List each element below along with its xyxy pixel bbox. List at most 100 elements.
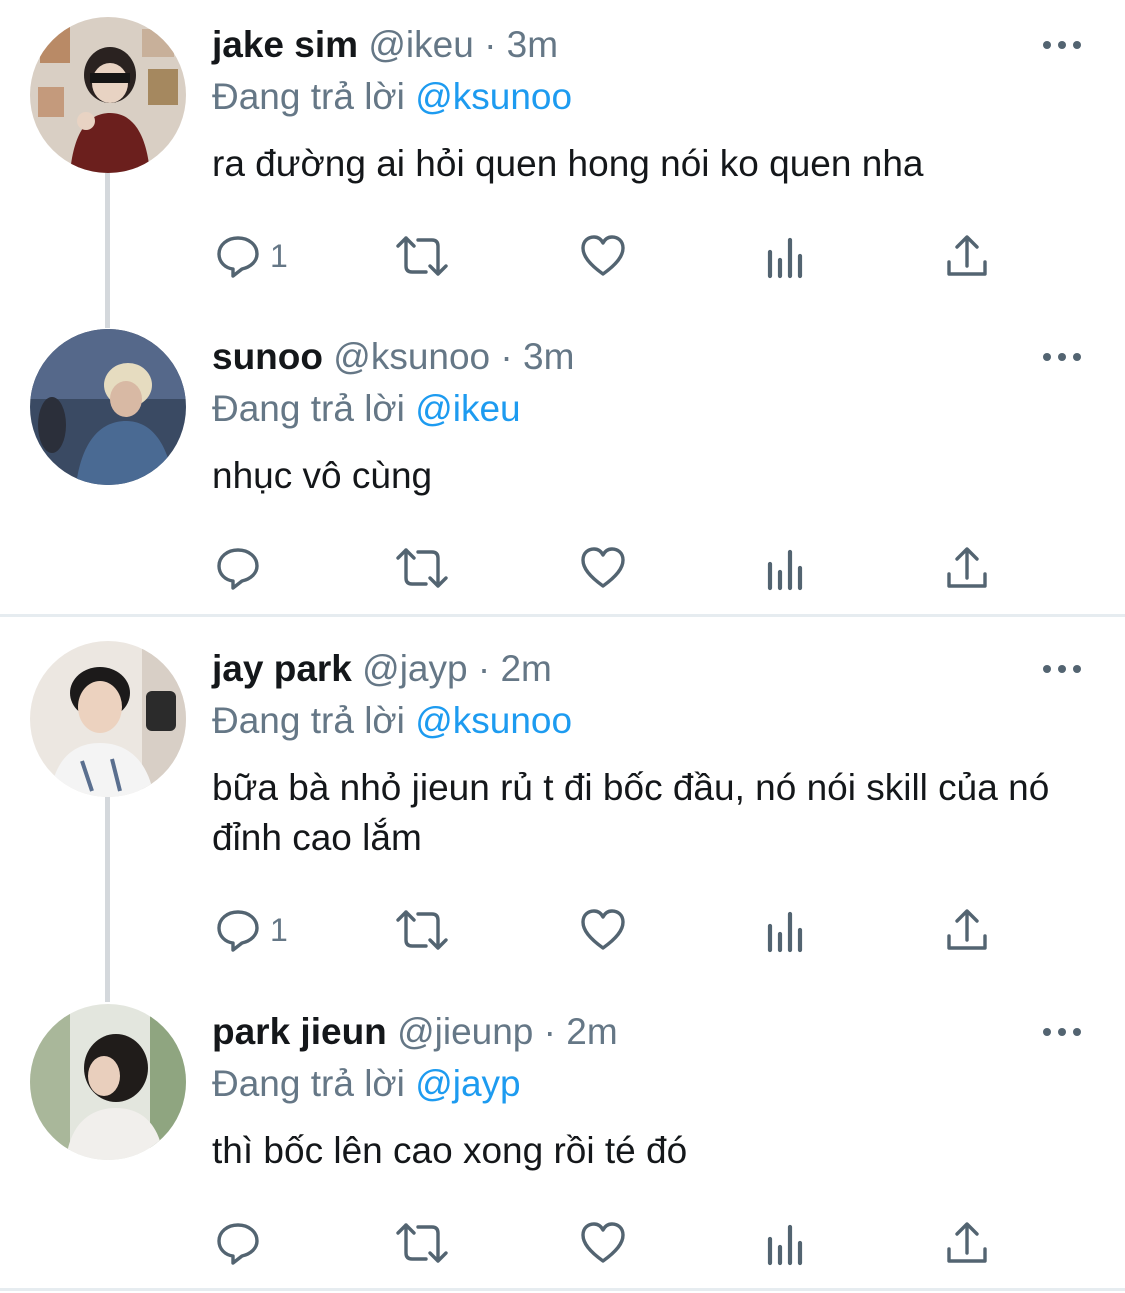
- tweet-actions: [0, 1213, 1125, 1273]
- user-handle[interactable]: @ksunoo: [333, 336, 490, 377]
- reply-icon: [217, 548, 259, 590]
- replying-to-label: Đang trả lời: [212, 1063, 405, 1104]
- analytics-button[interactable]: [762, 226, 810, 286]
- tweet[interactable]: sunoo @ksunoo · 3m Đang trả lời @ikeu nh…: [0, 312, 1125, 615]
- mention-link[interactable]: @ksunoo: [415, 700, 572, 741]
- more-options-icon: [1043, 1028, 1081, 1036]
- separator: ·: [484, 24, 497, 65]
- tweet-header: park jieun @jieunp · 2m: [212, 1008, 618, 1056]
- share-button[interactable]: [943, 900, 991, 960]
- mention-link[interactable]: @jayp: [415, 1063, 520, 1104]
- like-button[interactable]: [579, 900, 627, 960]
- separator: ·: [543, 1011, 556, 1052]
- tweet-text: nhục vô cùng: [212, 455, 433, 496]
- avatar[interactable]: [30, 641, 186, 797]
- avatar[interactable]: [30, 1004, 186, 1160]
- tweet-header: jay park @jayp · 2m: [212, 645, 552, 693]
- analytics-icon: [767, 237, 803, 279]
- analytics-button[interactable]: [762, 1213, 810, 1273]
- more-options-icon: [1043, 665, 1081, 673]
- heart-icon: [581, 547, 625, 588]
- replying-to: Đang trả lời @jayp: [212, 1060, 521, 1108]
- tweet-actions: [0, 538, 1125, 598]
- share-button[interactable]: [943, 538, 991, 598]
- more-options-icon: [1043, 353, 1081, 361]
- user-handle[interactable]: @jieunp: [397, 1011, 533, 1052]
- replying-to: Đang trả lời @ikeu: [212, 385, 521, 433]
- like-button[interactable]: [579, 226, 627, 286]
- reply-icon: [217, 910, 259, 952]
- display-name[interactable]: sunoo: [212, 336, 323, 377]
- mention-link[interactable]: @ikeu: [415, 388, 520, 429]
- more-options-icon: [1043, 41, 1081, 49]
- retweet-icon: [396, 548, 448, 588]
- display-name[interactable]: jay park: [212, 648, 352, 689]
- share-icon: [947, 235, 987, 276]
- tweet-text: bữa bà nhỏ jieun rủ t đi bốc đầu, nó nói…: [212, 767, 1050, 858]
- mention-link[interactable]: @ksunoo: [415, 76, 572, 117]
- analytics-icon: [767, 1224, 803, 1266]
- replying-to-label: Đang trả lời: [212, 700, 405, 741]
- separator: ·: [477, 648, 491, 689]
- retweet-button[interactable]: [394, 900, 450, 960]
- heart-icon: [581, 1222, 625, 1263]
- timestamp[interactable]: 2m: [500, 648, 551, 689]
- analytics-button[interactable]: [762, 538, 810, 598]
- tweet-header: jake sim @ikeu · 3m: [212, 21, 558, 69]
- reply-button[interactable]: 1: [214, 900, 288, 960]
- display-name[interactable]: jake sim: [212, 24, 358, 65]
- more-options-button[interactable]: [1041, 36, 1083, 54]
- tweet-text: ra đường ai hỏi quen hong nói ko quen nh…: [212, 143, 924, 184]
- reply-button[interactable]: [214, 538, 270, 598]
- replying-to-label: Đang trả lời: [212, 76, 405, 117]
- tweet-actions: 1: [0, 900, 1125, 960]
- heart-icon: [581, 909, 625, 950]
- replying-to: Đang trả lời @ksunoo: [212, 73, 572, 121]
- timestamp[interactable]: 3m: [507, 24, 558, 65]
- retweet-button[interactable]: [394, 538, 450, 598]
- timestamp[interactable]: 2m: [566, 1011, 617, 1052]
- reply-icon: [217, 236, 259, 278]
- tweet-text: thì bốc lên cao xong rồi té đó: [212, 1130, 688, 1171]
- analytics-icon: [767, 911, 803, 953]
- heart-icon: [581, 235, 625, 276]
- timestamp[interactable]: 3m: [523, 336, 574, 377]
- reply-count: 1: [270, 237, 288, 274]
- separator: ·: [500, 336, 513, 377]
- analytics-button[interactable]: [762, 900, 810, 960]
- avatar[interactable]: [30, 329, 186, 485]
- share-button[interactable]: [943, 226, 991, 286]
- reply-icon: [217, 1223, 259, 1265]
- like-button[interactable]: [579, 1213, 627, 1273]
- share-icon: [947, 547, 987, 588]
- display-name[interactable]: park jieun: [212, 1011, 387, 1052]
- analytics-icon: [767, 549, 803, 591]
- tweet[interactable]: jake sim @ikeu · 3m Đang trả lời @ksunoo…: [0, 0, 1125, 312]
- retweet-button[interactable]: [394, 226, 450, 286]
- share-button[interactable]: [943, 1213, 991, 1273]
- like-button[interactable]: [579, 538, 627, 598]
- user-handle[interactable]: @jayp: [362, 648, 467, 689]
- retweet-icon: [396, 910, 448, 950]
- tweet[interactable]: park jieun @jieunp · 2m Đang trả lời @ja…: [0, 987, 1125, 1287]
- more-options-button[interactable]: [1041, 348, 1083, 366]
- thread-divider: [0, 614, 1125, 617]
- tweet[interactable]: jay park @jayp · 2m Đang trả lời @ksunoo…: [0, 624, 1125, 1000]
- thread-divider: [0, 1288, 1125, 1291]
- user-handle[interactable]: @ikeu: [368, 24, 473, 65]
- reply-count: 1: [270, 911, 288, 948]
- share-icon: [947, 1222, 987, 1263]
- retweet-icon: [396, 1223, 448, 1263]
- more-options-button[interactable]: [1041, 660, 1083, 678]
- reply-button[interactable]: [214, 1213, 270, 1273]
- replying-to-label: Đang trả lời: [212, 388, 405, 429]
- avatar[interactable]: [30, 17, 186, 173]
- share-icon: [947, 909, 987, 950]
- retweet-icon: [396, 236, 448, 276]
- retweet-button[interactable]: [394, 1213, 450, 1273]
- reply-button[interactable]: 1: [214, 226, 288, 286]
- more-options-button[interactable]: [1041, 1023, 1083, 1041]
- tweet-actions: 1: [0, 226, 1125, 286]
- replying-to: Đang trả lời @ksunoo: [212, 697, 572, 745]
- tweet-header: sunoo @ksunoo · 3m: [212, 333, 574, 381]
